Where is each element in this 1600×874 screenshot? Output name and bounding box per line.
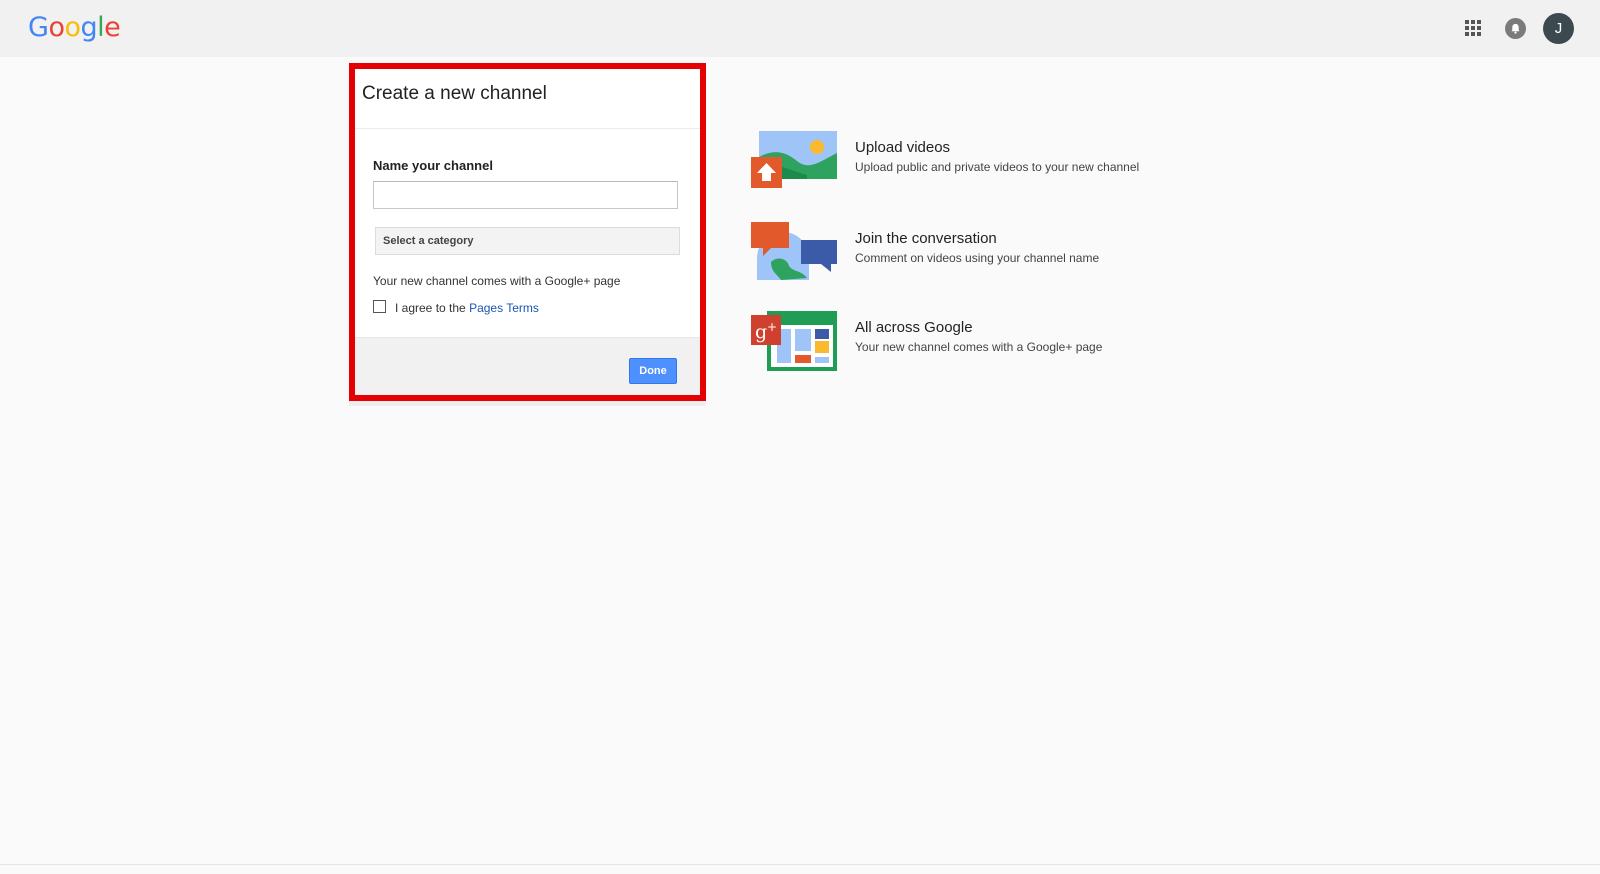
gplus-page-note: Your new channel comes with a Google+ pa… xyxy=(373,274,621,288)
logo-letter: o xyxy=(64,12,81,43)
pages-terms-link[interactable]: Pages Terms xyxy=(469,301,539,315)
dialog-footer: Done xyxy=(355,337,700,395)
svg-text:+: + xyxy=(767,320,777,334)
agree-prefix: I agree to the xyxy=(395,301,466,315)
upload-photo-icon xyxy=(751,131,837,191)
logo-letter: e xyxy=(104,12,121,43)
logo-letter: l xyxy=(97,12,105,43)
divider xyxy=(355,128,700,129)
agree-terms-checkbox[interactable] xyxy=(373,300,386,313)
feature-all-across-google: g + All across Google Your new channel c… xyxy=(751,311,1171,371)
avatar[interactable]: J xyxy=(1543,13,1574,44)
footer-divider xyxy=(0,864,1600,865)
done-button[interactable]: Done xyxy=(629,358,677,384)
channel-name-label: Name your channel xyxy=(373,158,493,173)
logo-letter: o xyxy=(48,12,65,43)
logo-letter: g xyxy=(80,12,98,43)
top-bar: Google J xyxy=(0,0,1600,57)
agree-label: I agree to the Pages Terms xyxy=(395,301,539,315)
feature-title: Upload videos xyxy=(855,139,951,156)
svg-text:g: g xyxy=(755,321,767,343)
category-select[interactable]: Select a category xyxy=(375,227,680,255)
feature-title: Join the conversation xyxy=(855,230,997,247)
feature-description: Comment on videos using your channel nam… xyxy=(855,251,1100,265)
google-logo[interactable]: Google xyxy=(28,10,121,46)
bell-icon[interactable] xyxy=(1505,18,1526,39)
feature-title: All across Google xyxy=(855,319,973,336)
feature-description: Upload public and private videos to your… xyxy=(855,160,1140,174)
apps-grid-icon[interactable] xyxy=(1464,19,1482,37)
feature-description: Your new channel comes with a Google+ pa… xyxy=(855,340,1103,354)
channel-name-input[interactable] xyxy=(373,181,678,209)
dialog-shadow xyxy=(349,401,706,406)
google-plus-page-icon: g + xyxy=(751,311,837,371)
logo-letter: G xyxy=(28,12,49,43)
feature-join-conversation: Join the conversation Comment on videos … xyxy=(751,222,1171,282)
create-channel-dialog: Create a new channel Name your channel S… xyxy=(349,63,706,401)
dialog-title: Create a new channel xyxy=(362,83,547,104)
conversation-bubbles-icon xyxy=(751,222,837,282)
feature-upload-videos: Upload videos Upload public and private … xyxy=(751,131,1171,191)
